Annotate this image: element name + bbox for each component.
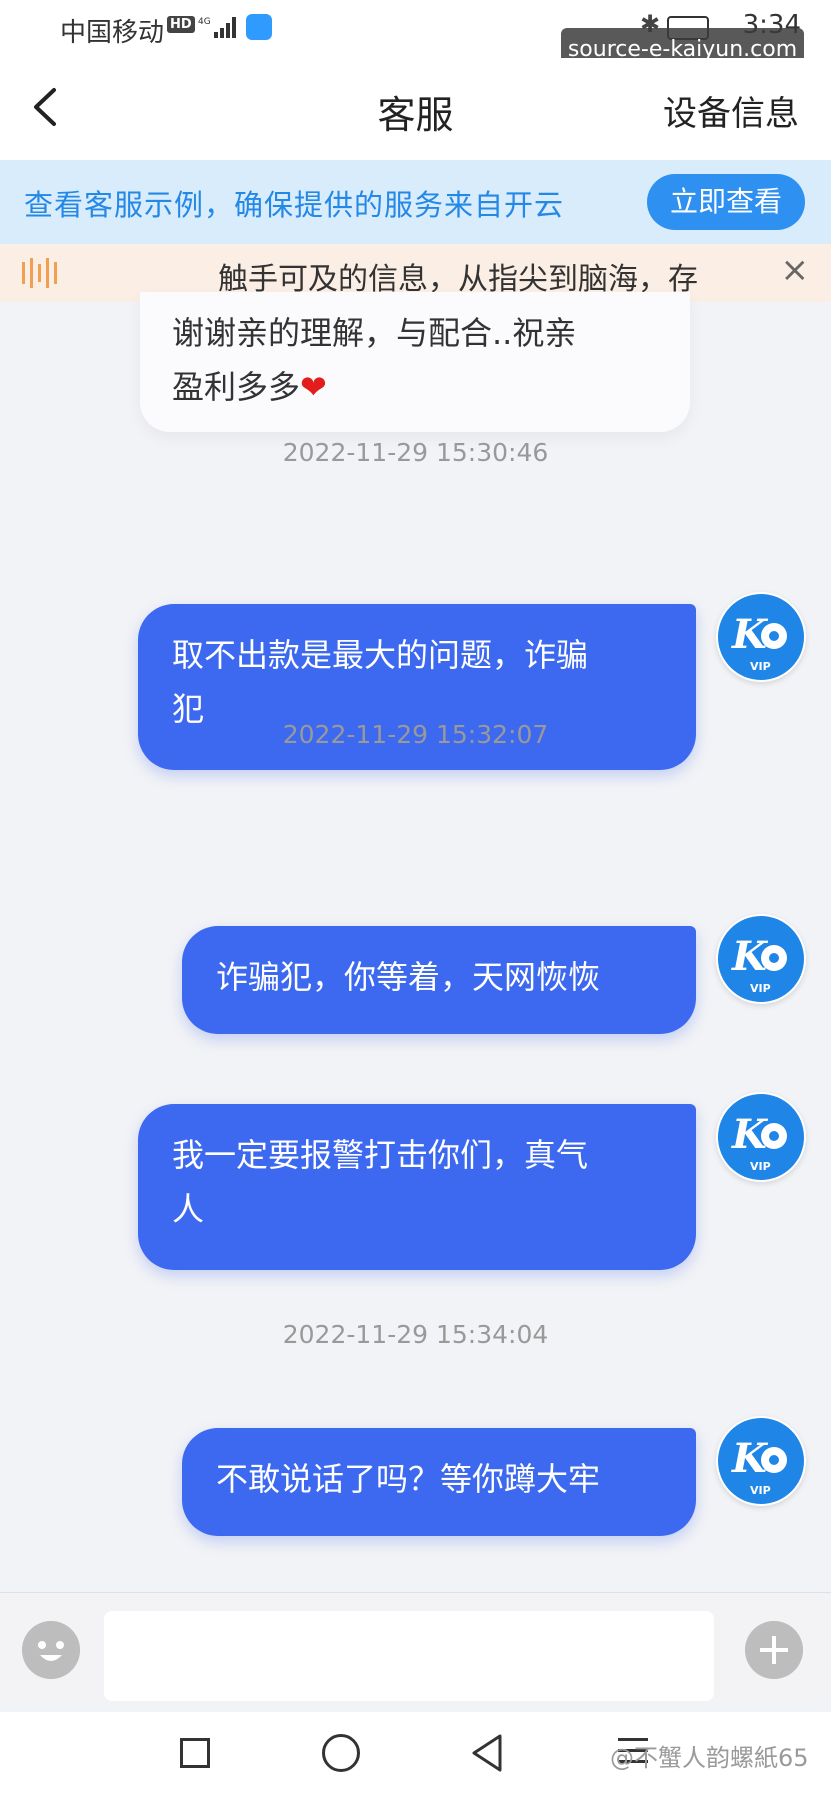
avatar[interactable]: K VIP xyxy=(716,1092,806,1182)
incoming-message: 谢谢亲的理解，与配合..祝亲 盈利多多❤ xyxy=(140,292,690,432)
kaiyun-logo-icon: K VIP xyxy=(718,916,804,1002)
timestamp: 2022-11-29 15:32:07 xyxy=(282,720,549,749)
timestamp: 2022-11-29 15:30:46 xyxy=(282,438,549,467)
avatar[interactable]: K VIP xyxy=(716,592,806,682)
avatar[interactable]: K VIP xyxy=(716,914,806,1004)
message-line: 我一定要报警打击你们，真气 xyxy=(172,1136,589,1174)
system-navigation-bar: @不蟹人韵螺紙65 xyxy=(0,1712,831,1800)
outgoing-message: 诈骗犯，你等着，天网恢恢 xyxy=(182,926,696,1034)
svg-text:4G: 4G xyxy=(198,17,211,27)
top-navbar: 客服 设备信息 xyxy=(0,58,831,160)
message-text: 我一定要报警打击你们，真气 人 xyxy=(172,1128,666,1236)
kaiyun-logo-icon: K VIP xyxy=(718,1094,804,1180)
incoming-line-1: 谢谢亲的理解，与配合..祝亲 xyxy=(172,314,577,352)
message-line: 取不出款是最大的问题，诈骗 xyxy=(172,636,589,674)
outgoing-message: 不敢说话了吗？等你蹲大牢 xyxy=(182,1428,696,1536)
incoming-line-2: 盈利多多❤ xyxy=(172,360,662,414)
weather-icon xyxy=(246,14,272,40)
hd-badge: HD xyxy=(167,16,195,33)
incoming-line-2-text: 盈利多多 xyxy=(172,368,301,406)
timestamp: 2022-11-29 15:34:04 xyxy=(282,1320,549,1349)
carrier-label: 中国移动 xyxy=(60,18,165,48)
back-triangle-icon[interactable] xyxy=(468,1732,504,1774)
svg-text:VIP: VIP xyxy=(750,1160,771,1173)
svg-text:VIP: VIP xyxy=(750,1484,771,1497)
view-now-button[interactable]: 立即查看 xyxy=(647,174,805,230)
device-info-button[interactable]: 设备信息 xyxy=(663,86,799,135)
sound-wave-icon xyxy=(22,258,57,288)
chat-area[interactable]: 谢谢亲的理解，与配合..祝亲 盈利多多❤ 2022-11-29 15:30:46… xyxy=(0,292,831,1592)
banner-text: 查看客服示例，确保提供的服务来自开云 xyxy=(24,188,565,222)
message-text: 不敢说话了吗？等你蹲大牢 xyxy=(216,1460,601,1498)
home-icon[interactable] xyxy=(322,1734,360,1772)
close-icon[interactable]: × xyxy=(781,250,810,290)
signal-icon: 4G xyxy=(198,17,236,38)
heart-icon: ❤ xyxy=(300,368,327,406)
kaiyun-logo-icon: K VIP xyxy=(718,1418,804,1504)
message-input[interactable] xyxy=(104,1611,714,1701)
status-bar: 中国移动 HD 4G ✱ 3:34 source-e-kaiyun.com xyxy=(0,0,831,72)
message-line: 人 xyxy=(172,1190,205,1228)
recent-apps-icon[interactable] xyxy=(180,1738,210,1768)
avatar[interactable]: K VIP xyxy=(716,1416,806,1506)
incoming-message-text: 谢谢亲的理解，与配合..祝亲 盈利多多❤ xyxy=(172,306,662,414)
svg-text:VIP: VIP xyxy=(750,982,771,995)
svg-text:VIP: VIP xyxy=(750,660,771,673)
message-text: 诈骗犯，你等着，天网恢恢 xyxy=(216,958,601,996)
watermark-text: @不蟹人韵螺紙65 xyxy=(610,1744,809,1772)
service-example-banner: 查看客服示例，确保提供的服务来自开云 立即查看 xyxy=(0,160,831,244)
plus-icon[interactable] xyxy=(745,1621,803,1679)
emoji-icon[interactable] xyxy=(22,1621,80,1679)
outgoing-message: 我一定要报警打击你们，真气 人 xyxy=(138,1104,696,1270)
message-input-bar xyxy=(0,1592,831,1703)
kaiyun-logo-icon: K VIP xyxy=(718,594,804,680)
